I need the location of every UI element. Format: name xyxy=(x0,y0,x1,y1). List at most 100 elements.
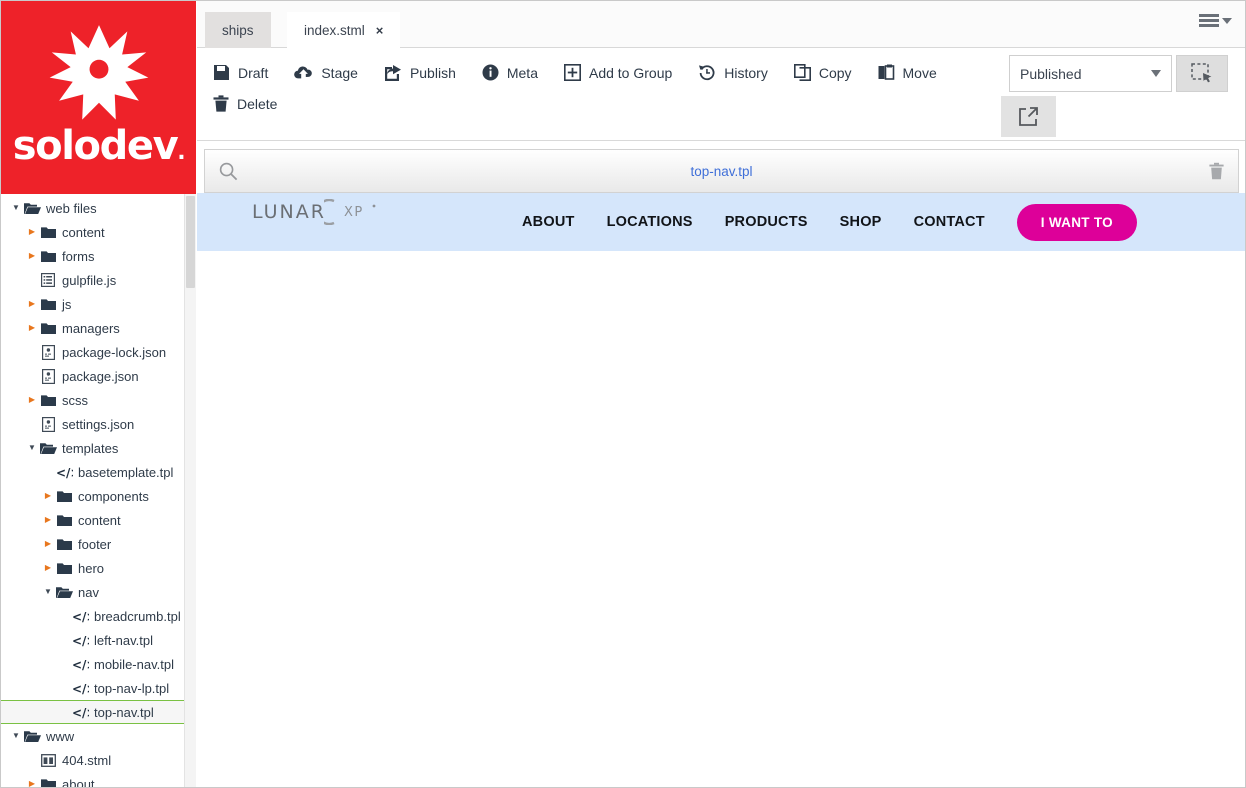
file-json-icon xyxy=(39,344,57,360)
close-icon[interactable]: × xyxy=(376,23,384,38)
tab-bar: ships index.stml × xyxy=(197,1,1245,48)
caret-right-icon[interactable]: ▶ xyxy=(25,780,39,788)
tree-item-breadcrumb-tpl[interactable]: </> breadcrumb.tpl xyxy=(1,604,196,628)
open-external-button[interactable] xyxy=(1001,96,1056,137)
lunar-xp-sub: XP xyxy=(344,205,364,220)
nav-link-shop[interactable]: SHOP xyxy=(840,214,882,230)
lunar-xp-logo[interactable]: LUNAR XP xyxy=(252,199,380,225)
tree-item-label: js xyxy=(62,296,72,312)
sidebar-scrollbar[interactable] xyxy=(184,194,196,787)
file-code-icon: </> xyxy=(71,682,89,695)
tab-index-stml[interactable]: index.stml × xyxy=(287,12,401,48)
caret-right-icon[interactable]: ▶ xyxy=(25,300,39,308)
marquee-select-icon xyxy=(1191,62,1212,82)
hamburger-menu-button[interactable] xyxy=(1199,14,1232,28)
caret-down-icon[interactable]: ▼ xyxy=(9,732,23,740)
folder-open-icon xyxy=(55,586,73,599)
tree-item-package-json[interactable]: package.json xyxy=(1,364,196,388)
meta-button[interactable]: Meta xyxy=(482,57,538,88)
caret-right-icon[interactable]: ▶ xyxy=(25,396,39,404)
history-button[interactable]: History xyxy=(698,57,768,88)
add-to-group-button[interactable]: Add to Group xyxy=(563,57,672,88)
tree-item-left-nav-tpl[interactable]: </> left-nav.tpl xyxy=(1,628,196,652)
draft-button[interactable]: Draft xyxy=(213,57,268,88)
file-code-icon: </> xyxy=(71,706,89,719)
folder-icon xyxy=(55,490,73,503)
caret-right-icon[interactable]: ▶ xyxy=(25,228,39,236)
caret-down-icon[interactable]: ▼ xyxy=(25,444,39,452)
copy-button[interactable]: Copy xyxy=(793,57,852,88)
folder-icon xyxy=(39,226,57,239)
toolbar-label: Delete xyxy=(237,95,278,112)
tree-item-mobile-nav-tpl[interactable]: </> mobile-nav.tpl xyxy=(1,652,196,676)
nav-link-products[interactable]: PRODUCTS xyxy=(725,214,808,230)
caret-right-icon[interactable]: ▶ xyxy=(25,324,39,332)
tree-item-scss[interactable]: ▶ scss xyxy=(1,388,196,412)
move-button[interactable]: Move xyxy=(878,57,937,88)
tree-item-404-stml[interactable]: 404.stml xyxy=(1,748,196,772)
folder-icon xyxy=(39,298,57,311)
file-code-icon: </> xyxy=(71,634,89,647)
file-code-icon: </> xyxy=(71,610,89,623)
tree-item-label: forms xyxy=(62,248,95,264)
i-want-to-button[interactable]: I WANT TO xyxy=(1016,203,1137,241)
delete-button[interactable]: Delete xyxy=(213,88,277,119)
publish-status-select[interactable]: Published xyxy=(1009,55,1172,92)
svg-text:</>: </> xyxy=(72,658,89,671)
tree-item-nav[interactable]: ▼ nav xyxy=(1,580,196,604)
caret-right-icon[interactable]: ▶ xyxy=(41,564,55,572)
publish-button[interactable]: Publish xyxy=(384,57,456,88)
nav-link-about[interactable]: ABOUT xyxy=(522,214,575,230)
tree-item-label: scss xyxy=(62,392,88,408)
file-code-icon: </> xyxy=(55,466,73,479)
marquee-select-button[interactable] xyxy=(1176,55,1228,92)
tree-item-forms[interactable]: ▶ forms xyxy=(1,244,196,268)
caret-right-icon[interactable]: ▶ xyxy=(25,252,39,260)
tree-item-managers[interactable]: ▶ managers xyxy=(1,316,196,340)
tree-item-footer[interactable]: ▶ footer xyxy=(1,532,196,556)
tree-item-templates[interactable]: ▼ templates xyxy=(1,436,196,460)
tree-item-package-lock-json[interactable]: package-lock.json xyxy=(1,340,196,364)
lunar-xp-mark-icon: XP xyxy=(323,199,376,225)
tree-item-label: footer xyxy=(78,536,112,552)
tree-item-www[interactable]: ▼ www xyxy=(1,724,196,748)
tree-item-label: mobile-nav.tpl xyxy=(94,656,174,672)
nav-link-contact[interactable]: CONTACT xyxy=(914,214,985,230)
caret-right-icon[interactable]: ▶ xyxy=(41,540,55,548)
stage-button[interactable]: Stage xyxy=(294,57,358,88)
tree-item-components[interactable]: ▶ components xyxy=(1,484,196,508)
tree-item-label: breadcrumb.tpl xyxy=(94,608,181,624)
sidebar-scrollbar-thumb[interactable] xyxy=(186,196,195,288)
tree-item-label: basetemplate.tpl xyxy=(78,464,174,480)
caret-down-icon[interactable]: ▼ xyxy=(41,588,55,596)
tree-item-content[interactable]: ▶ content xyxy=(1,220,196,244)
caret-right-icon[interactable]: ▶ xyxy=(41,516,55,524)
tree-item-hero[interactable]: ▶ hero xyxy=(1,556,196,580)
tree-item-web-files[interactable]: ▼ web files xyxy=(1,196,196,220)
tree-item-about[interactable]: ▶ about xyxy=(1,772,196,788)
tree-item-settings-json[interactable]: settings.json xyxy=(1,412,196,436)
tree-item-top-nav-lp-tpl[interactable]: </> top-nav-lp.tpl xyxy=(1,676,196,700)
tree-item-label: content xyxy=(78,512,121,528)
tree-item-label: left-nav.tpl xyxy=(94,632,154,648)
tree-item-basetemplate-tpl[interactable]: </> basetemplate.tpl xyxy=(1,460,196,484)
caret-down-icon[interactable]: ▼ xyxy=(9,204,23,212)
tab-ships[interactable]: ships xyxy=(205,12,271,48)
file-tree-panel[interactable]: ▼ web files ▶ content ▶ forms gulpfile.js ▶ js ▶ m… xyxy=(1,194,196,788)
toolbar-label: Copy xyxy=(818,64,852,81)
site-nav-links: ABOUT LOCATIONS PRODUCTS SHOP CONTACT I … xyxy=(522,193,1137,251)
toolbar-label: Draft xyxy=(238,64,269,81)
folder-open-icon xyxy=(23,730,41,743)
tree-item-js[interactable]: ▶ js xyxy=(1,292,196,316)
folder-icon xyxy=(55,538,73,551)
tree-item-top-nav-tpl[interactable]: </> top-nav.tpl xyxy=(1,700,196,724)
tree-item-label: hero xyxy=(78,560,105,576)
solodev-logo-panel[interactable]: solodev. xyxy=(1,1,196,194)
toolbar-label: Move xyxy=(902,64,937,81)
caret-right-icon[interactable]: ▶ xyxy=(41,492,55,500)
tree-item-gulpfile-js[interactable]: gulpfile.js xyxy=(1,268,196,292)
toolbar-actions: Draft Stage Publish Meta Add to Group Hi… xyxy=(213,57,1003,119)
component-title[interactable]: top-nav.tpl xyxy=(205,164,1238,179)
nav-link-locations[interactable]: LOCATIONS xyxy=(607,214,693,230)
tree-item-content[interactable]: ▶ content xyxy=(1,508,196,532)
